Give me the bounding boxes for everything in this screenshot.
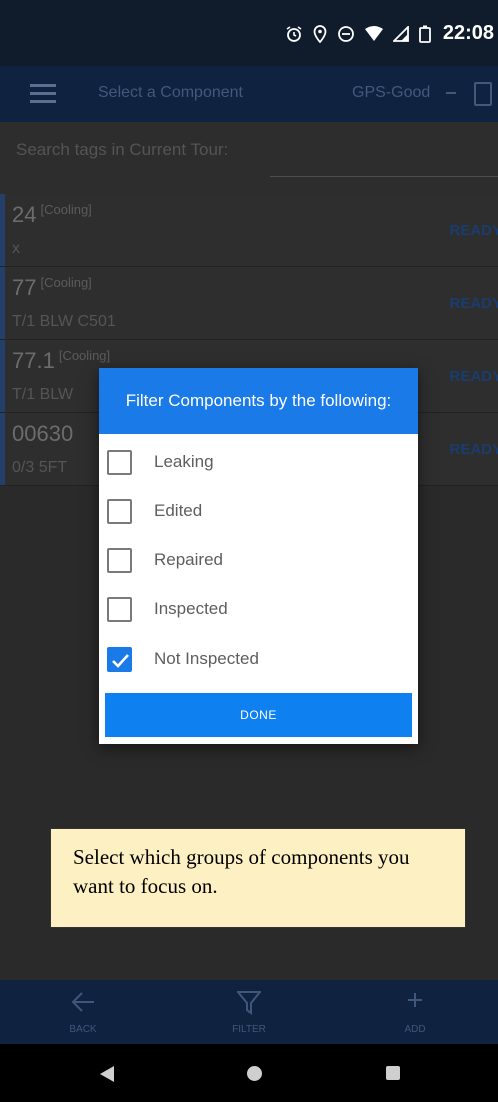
component-tag: 77.1 [Cooling] <box>12 348 111 373</box>
alarm-icon <box>285 25 303 43</box>
option-label: Inspected <box>154 599 228 618</box>
list-item[interactable]: 24 [Cooling] x READY <box>0 194 498 267</box>
wifi-icon <box>364 25 383 42</box>
checkbox-checked[interactable] <box>107 646 132 672</box>
status-badge: READY <box>449 368 498 385</box>
back-label: BACK <box>69 1024 97 1035</box>
callout-text: Select which groups of components you wa… <box>73 845 410 898</box>
do-not-disturb-icon <box>337 25 355 43</box>
component-description: x <box>12 240 20 257</box>
back-button[interactable]: BACK <box>0 980 166 1044</box>
status-badge: READY <box>449 441 498 458</box>
status-badge: READY <box>449 222 498 239</box>
search-label: Search tags in Current Tour: <box>16 140 229 159</box>
menu-icon[interactable] <box>30 84 56 103</box>
list-item[interactable]: 77 [Cooling] T/1 BLW C501 READY <box>0 267 498 340</box>
bottom-toolbar: BACK FILTER ADD <box>0 980 498 1044</box>
option-label: Repaired <box>154 550 223 569</box>
app-bar: Select a Component GPS-Good <box>0 66 498 122</box>
plus-icon <box>405 990 425 1015</box>
component-tag: 24 [Cooling] <box>12 202 92 227</box>
add-button[interactable]: ADD <box>332 980 498 1044</box>
filter-option-repaired[interactable]: Repaired <box>107 542 223 578</box>
search-input-underline <box>270 176 498 177</box>
done-button[interactable]: DONE <box>105 693 412 737</box>
nav-back-icon[interactable] <box>100 1066 114 1082</box>
component-tag: 00630 <box>12 421 74 446</box>
checkbox[interactable] <box>107 547 132 573</box>
page-title: Select a Component <box>98 84 243 101</box>
component-category: [Cooling] <box>40 202 92 217</box>
app-screen: 22:08 Select a Component GPS-Good Search… <box>0 0 498 1102</box>
filter-dialog: Filter Components by the following: Leak… <box>99 368 418 744</box>
checkbox[interactable] <box>107 498 132 524</box>
filter-option-edited[interactable]: Edited <box>107 493 202 529</box>
filter-button[interactable]: FILTER <box>166 980 332 1044</box>
location-icon <box>313 24 327 43</box>
battery-icon <box>418 25 431 43</box>
device-icon[interactable] <box>474 82 492 106</box>
nav-home-icon[interactable] <box>247 1066 262 1081</box>
component-description: 0/3 5FT <box>12 459 68 476</box>
component-description: T/1 BLW C501 <box>12 313 116 330</box>
option-label: Edited <box>154 501 203 520</box>
status-time: 22:08 <box>442 22 494 44</box>
add-label: ADD <box>404 1024 426 1035</box>
component-category: [Cooling] <box>58 348 111 363</box>
component-description: T/1 BLW <box>12 386 74 403</box>
filter-option-not-inspected[interactable]: Not Inspected <box>107 641 259 677</box>
signal-icon <box>392 25 409 42</box>
filter-label: FILTER <box>232 1024 266 1035</box>
option-label: Not Inspected <box>154 649 259 668</box>
filter-option-inspected[interactable]: Inspected <box>107 591 228 627</box>
divider <box>446 92 456 94</box>
component-category: [Cooling] <box>40 275 92 290</box>
component-tag: 77 [Cooling] <box>12 275 92 300</box>
option-label: Leaking <box>154 452 214 471</box>
checkbox[interactable] <box>107 449 132 475</box>
gps-status: GPS-Good <box>352 84 431 101</box>
filter-option-leaking[interactable]: Leaking <box>107 444 214 480</box>
filter-icon <box>235 990 263 1021</box>
checkmark-icon <box>112 653 129 668</box>
search-area[interactable]: Search tags in Current Tour: <box>0 122 498 194</box>
checkbox[interactable] <box>107 596 132 622</box>
arrow-left-icon <box>70 990 96 1019</box>
status-bar: 22:08 <box>0 0 498 66</box>
nav-recents-icon[interactable] <box>386 1066 400 1080</box>
system-nav-bar <box>0 1044 498 1102</box>
status-badge: READY <box>449 295 498 312</box>
tooltip-callout: Select which groups of components you wa… <box>50 828 466 928</box>
dialog-title: Filter Components by the following: <box>99 368 418 434</box>
